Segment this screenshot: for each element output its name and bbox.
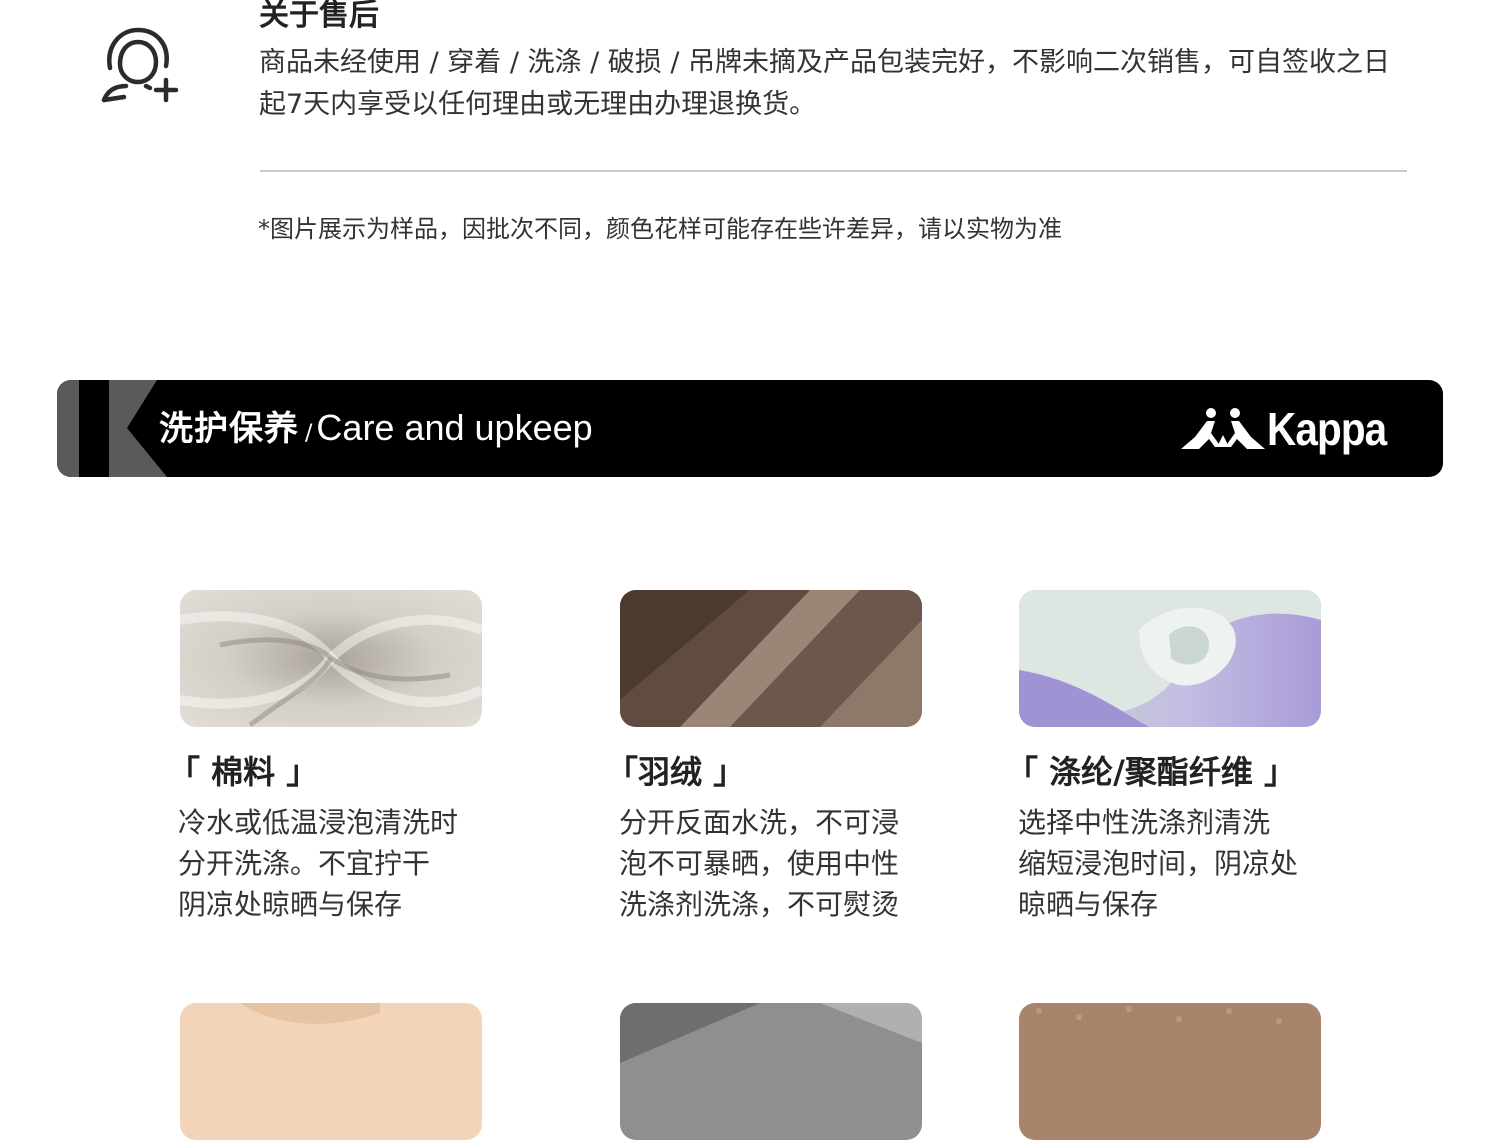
- care-line: 泡不可暴晒，使用中性: [619, 847, 900, 880]
- fabric-name-down: 「羽绒 」: [606, 753, 746, 791]
- kappa-omini-figures-icon: [1181, 408, 1265, 449]
- after-sales-title: 关于售后: [259, 0, 379, 33]
- fabric-name-polyester: 「 涤纶/聚酯纤维 」: [1006, 753, 1296, 791]
- care-line: 晾晒与保存: [1018, 888, 1159, 921]
- fabric-name-cotton: 「 棉料 」: [168, 753, 319, 791]
- after-sales-icon: [98, 24, 182, 108]
- care-title-en: Care and upkeep: [316, 407, 593, 448]
- care-banner: 洗护保养 / Care and upkeep Kappa: [57, 380, 1443, 477]
- kappa-logo: Kappa: [1181, 398, 1405, 460]
- sample-disclaimer: *图片展示为样品，因批次不同，颜色花样可能存在些许差异，请以实物为准: [258, 215, 1062, 243]
- fabric-swatch-polyester: [1019, 590, 1321, 727]
- fabric-swatch-next-3: [1019, 1003, 1321, 1140]
- fabric-swatch-next-1: [180, 1003, 482, 1140]
- fabric-swatch-next-2: [620, 1003, 922, 1140]
- care-line: 冷水或低温浸泡清洗时: [178, 806, 459, 839]
- fabric-care-cotton: 冷水或低温浸泡清洗时 分开洗涤。不宜拧干 阴凉处晾晒与保存: [178, 802, 498, 925]
- care-line: 阴凉处晾晒与保存: [178, 888, 403, 921]
- fabric-care-polyester: 选择中性洗涤剂清洗 缩短浸泡时间，阴凉处 晾晒与保存: [1018, 802, 1338, 925]
- care-line: 洗涤剂洗涤，不可熨烫: [619, 888, 900, 921]
- section-divider: [260, 170, 1407, 172]
- care-line: 选择中性洗涤剂清洗: [1018, 806, 1271, 839]
- kappa-wordmark: Kappa: [1267, 403, 1387, 455]
- fabric-swatch-cotton: [180, 590, 482, 727]
- care-line: 分开反面水洗，不可浸: [619, 806, 900, 839]
- fabric-care-down: 分开反面水洗，不可浸 泡不可暴晒，使用中性 洗涤剂洗涤，不可熨烫: [619, 802, 939, 925]
- care-banner-title: 洗护保养 / Care and upkeep: [159, 406, 593, 457]
- customer-service-add-icon: [101, 27, 179, 103]
- care-title-cn: 洗护保养: [159, 409, 299, 449]
- care-line: 缩短浸泡时间，阴凉处: [1018, 847, 1299, 880]
- after-sales-policy-text: 商品未经使用 / 穿着 / 洗涤 / 破损 / 吊牌未摘及产品包装完好，不影响二…: [259, 47, 1391, 120]
- care-line: 分开洗涤。不宜拧干: [178, 847, 431, 880]
- care-title-separator: /: [305, 421, 313, 446]
- fabric-swatch-down: [620, 590, 922, 727]
